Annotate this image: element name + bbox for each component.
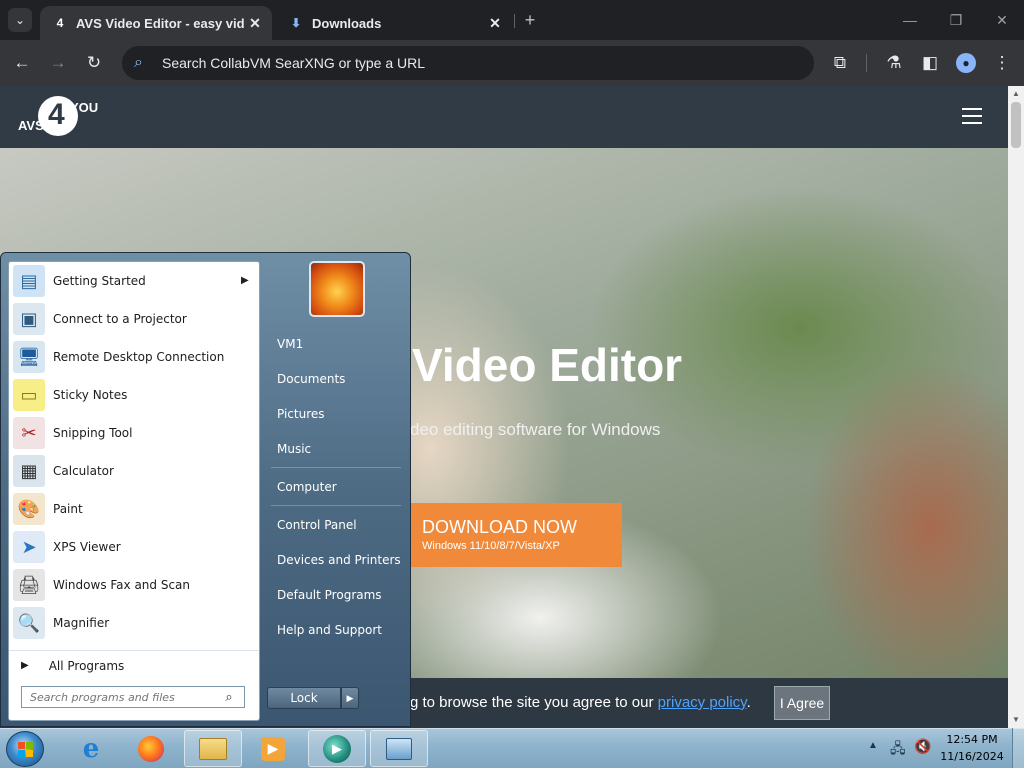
window-close-icon[interactable]: ✕ [990,8,1014,32]
tab-title: AVS Video Editor - easy video [76,15,244,31]
start-search-input[interactable] [22,689,218,705]
start-right-default-programs[interactable]: Default Programs [269,581,409,609]
start-right-documents[interactable]: Documents [269,365,409,393]
clock-date[interactable]: 11/16/2024 [936,750,1008,763]
show-hidden-icons-icon[interactable]: ▲ [868,740,880,751]
start-right-pictures[interactable]: Pictures [269,400,409,428]
start-item-remote-desktop[interactable]: 🖥 Remote Desktop Connection [9,338,259,376]
tab-title: Downloads [312,15,382,31]
start-right-control-panel[interactable]: Control Panel [269,511,409,539]
hero-subtitle: deo editing software for Windows [410,420,661,439]
labs-flask-icon[interactable]: ⚗ [882,51,906,75]
internet-explorer-icon[interactable]: e [62,730,120,767]
snipping-tool-icon: ✂ [13,417,45,449]
page-scrollbar[interactable] [1008,86,1024,728]
projector-icon: ▣ [13,303,45,335]
lock-button[interactable]: Lock [267,687,341,709]
calculator-icon: ▦ [13,455,45,487]
reload-icon[interactable]: ↻ [82,51,106,75]
xps-viewer-icon: ➤ [13,531,45,563]
submenu-arrow-icon: ▶ [241,275,249,286]
i-agree-button[interactable]: I Agree [774,686,830,720]
all-programs-item[interactable]: ▶ All Programs [9,650,259,680]
omnibox[interactable]: ⌕ [122,46,814,80]
paint-icon: 🎨 [13,493,45,525]
extensions-icon[interactable]: ⧉ [828,51,852,75]
search-icon[interactable]: ⌕ [218,689,240,705]
side-panel-icon[interactable]: ◧ [918,51,942,75]
start-item-xps-viewer[interactable]: ➤ XPS Viewer [9,528,259,566]
privacy-policy-link[interactable]: privacy policy [658,694,747,711]
scroll-down-icon[interactable]: ▼ [1008,712,1024,728]
sticky-notes-icon: ▭ [13,379,45,411]
start-item-fax-scan[interactable]: 🖨 Windows Fax and Scan [9,566,259,604]
start-item-paint[interactable]: 🎨 Paint [9,490,259,528]
start-menu: ▤ Getting Started ▶ ▣ Connect to a Proje… [0,252,411,727]
start-right-separator [271,467,401,468]
start-right-devices-printers[interactable]: Devices and Printers [269,546,409,574]
magnifier-icon: 🔍 [13,607,45,639]
start-item-calculator[interactable]: ▦ Calculator [9,452,259,490]
start-item-sticky-notes[interactable]: ▭ Sticky Notes [9,376,259,414]
minimize-icon[interactable]: — [898,8,922,32]
start-right-help-support[interactable]: Help and Support [269,616,409,644]
download-label: DOWNLOAD NOW [422,517,577,537]
shutdown-options-arrow-icon[interactable]: ▶ [341,687,359,709]
start-menu-programs-pane: ▤ Getting Started ▶ ▣ Connect to a Proje… [8,261,260,721]
file-explorer-icon[interactable] [184,730,242,767]
tab-close-icon[interactable]: ✕ [244,15,266,32]
media-player-icon[interactable]: ▶ [244,730,302,767]
avs4you-favicon-icon: 4 [56,16,64,30]
download-icon: ⬇ [290,16,302,30]
start-right-separator [271,505,401,506]
tab-downloads[interactable]: ⬇ Downloads ✕ [276,6,512,40]
hero-title: Video Editor [412,339,683,391]
user-picture-flower[interactable] [309,261,365,317]
remote-desktop-icon: 🖥 [13,341,45,373]
all-programs-arrow-icon: ▶ [21,660,29,671]
avs-app-icon[interactable]: ▶ [308,730,366,767]
browser-menu-icon[interactable]: ⋮ [990,51,1014,75]
tab-avs-video-editor[interactable]: 4 AVS Video Editor - easy video ✕ [40,6,272,40]
toolbar-divider [866,54,867,72]
profile-avatar-icon[interactable]: ● [956,53,976,73]
scrollbar-thumb[interactable] [1011,102,1021,148]
start-item-connect-projector[interactable]: ▣ Connect to a Projector [9,300,259,338]
search-icon: ⌕ [134,54,143,71]
tab-search-chevron-icon[interactable]: ⌄ [8,8,32,32]
hamburger-menu-icon[interactable] [962,108,982,126]
site-header: 4 AVS YOU [0,86,1008,148]
setup-installer-icon[interactable] [370,730,428,767]
volume-muted-icon[interactable]: 🔇 [914,738,932,755]
start-item-snipping-tool[interactable]: ✂ Snipping Tool [9,414,259,452]
restore-icon[interactable]: ❐ [944,8,968,32]
firefox-icon[interactable] [122,730,180,767]
tab-divider [514,14,515,28]
forward-arrow-icon[interactable]: → [46,51,70,75]
download-os-label: Windows 11/10/8/7/Vista/XP [422,540,560,552]
start-orb-windows-icon[interactable] [6,731,44,767]
fax-scan-icon: 🖨 [13,569,45,601]
start-right-computer[interactable]: Computer [269,473,409,501]
tab-close-icon[interactable]: ✕ [484,15,506,32]
start-right-music[interactable]: Music [269,435,409,463]
start-item-magnifier[interactable]: 🔍 Magnifier [9,604,259,642]
start-item-getting-started[interactable]: ▤ Getting Started [9,262,259,300]
show-desktop-button[interactable] [1012,728,1024,768]
network-icon[interactable]: 🖧 [890,738,908,762]
avs4you-logo[interactable]: 4 AVS YOU [18,96,98,140]
download-now-button[interactable]: DOWNLOAD NOW Windows 11/10/8/7/Vista/XP [408,503,622,567]
clock-time[interactable]: 12:54 PM [936,733,1008,746]
start-right-vm1[interactable]: VM1 [269,330,409,358]
getting-started-icon: ▤ [13,265,45,297]
scroll-up-icon[interactable]: ▲ [1008,86,1024,102]
address-input[interactable] [160,54,760,72]
cookie-text: g to browse the site you agree to our pr… [410,694,751,711]
start-search-box[interactable]: ⌕ [21,686,245,708]
new-tab-icon[interactable]: + [520,10,540,30]
back-arrow-icon[interactable]: ← [10,51,34,75]
